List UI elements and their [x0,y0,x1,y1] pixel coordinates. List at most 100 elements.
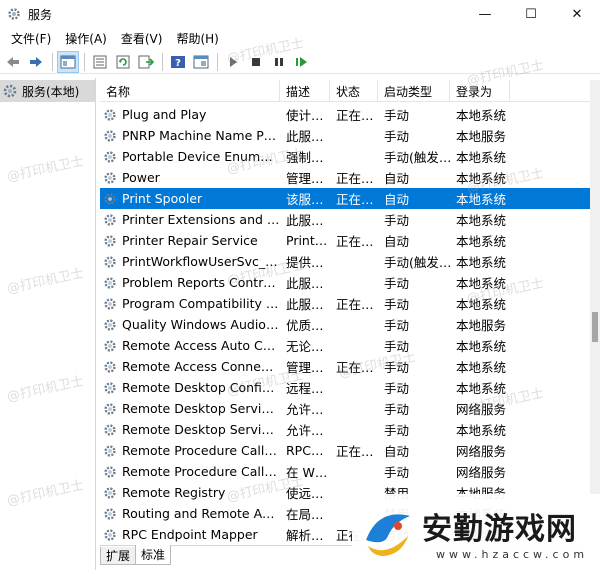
column-header-status[interactable]: 状态 [330,80,378,102]
service-startup-type: 手动 [384,129,410,144]
column-label: 描述 [286,84,311,99]
brand-name: 安勤游戏网 [422,511,577,547]
menu-help[interactable]: 帮助(H) [169,30,225,47]
service-description: 远程… [286,381,324,396]
menu-view[interactable]: 查看(V) [114,30,170,47]
service-name: Portable Device Enumera… [122,149,280,164]
table-row[interactable]: Remote Desktop Service… 允许… 手动 本地系统 [100,419,590,440]
table-row[interactable]: PNRP Machine Name Pu… 此服… 手动 本地服务 [100,125,590,146]
export-list-button[interactable] [135,51,157,73]
table-row[interactable]: Remote Desktop Configu… 远程… 手动 本地系统 [100,377,590,398]
table-row[interactable]: Problem Reports Control… 此服… 手动 本地系统 [100,272,590,293]
maximize-button[interactable]: ☐ [508,0,554,28]
service-startup-type: 手动 [384,423,410,438]
service-status: 正在… [336,360,374,375]
service-logon-as: 本地系统 [456,381,507,396]
scrollbar-thumb[interactable] [592,312,598,342]
column-header-description[interactable]: 描述 [280,80,330,102]
view-pane-icon [193,55,209,68]
service-name-cell: Plug and Play [100,107,280,123]
table-row[interactable]: Remote Procedure Call (… 在 W… 手动 网络服务 [100,461,590,482]
minimize-button[interactable]: — [462,0,508,28]
table-row[interactable]: Printer Extensions and N… 此服… 手动 本地系统 [100,209,590,230]
service-name: RPC Endpoint Mapper [122,527,258,542]
toolbar: ? [0,50,600,74]
table-row[interactable]: Portable Device Enumera… 强制… 手动(触发… 本地系统 [100,146,590,167]
service-name: Remote Desktop Service… [122,422,280,437]
service-gear-icon [102,422,118,438]
service-description: 提供… [286,255,324,270]
table-row[interactable]: Remote Procedure Call (… RPC… 正在… 自动 网络服务 [100,440,590,461]
service-description: 解析… [286,528,324,542]
service-name-cell: Printer Repair Service [100,233,280,249]
column-label: 状态 [336,84,361,99]
service-gear-icon [102,527,118,543]
service-logon-as: 本地系统 [456,360,507,375]
table-row[interactable]: Power 管理… 正在… 自动 本地系统 [100,167,590,188]
table-row[interactable]: Quality Windows Audio V… 优质… 手动 本地服务 [100,314,590,335]
show-console-tree-button[interactable] [57,50,79,73]
service-name-cell: Remote Desktop Services [100,401,280,417]
table-row[interactable]: Remote Access Auto Con… 无论… 手动 本地系统 [100,335,590,356]
service-status: 正在… [336,171,374,186]
table-row[interactable]: Plug and Play 使计… 正在… 手动 本地系统 [100,104,590,125]
column-header-startup-type[interactable]: 启动类型 [378,80,450,102]
service-startup-type: 自动 [384,444,410,459]
service-startup-type: 手动 [384,339,410,354]
site-brand-badge: 安勤游戏网 www.hzaccw.com [352,494,600,570]
service-status: 正在… [336,108,374,123]
service-description: 管理… [286,171,324,186]
menu-file[interactable]: 文件(F) [4,30,58,47]
service-gear-icon [102,401,118,417]
service-description: Print… [286,233,328,248]
table-row[interactable]: Remote Access Connecti… 管理… 正在… 手动 本地系统 [100,356,590,377]
service-gear-icon [102,191,118,207]
column-header-logon-as[interactable]: 登录为 [450,80,510,102]
view-button[interactable] [190,51,212,73]
service-startup-type: 手动(触发… [384,150,450,165]
service-startup-type: 自动 [384,192,410,207]
play-icon [230,56,237,67]
service-gear-icon [102,443,118,459]
service-startup-type: 手动 [384,318,410,333]
service-name-cell: Remote Procedure Call (… [100,443,280,459]
svg-text:?: ? [175,58,181,69]
refresh-button[interactable] [112,51,134,73]
service-name-cell: Quality Windows Audio V… [100,317,280,333]
menu-action[interactable]: 操作(A) [58,30,114,47]
service-startup-type: 手动 [384,465,410,480]
tree-item-services-local[interactable]: 服务(本地) [0,80,95,102]
console-tree: 服务(本地) [0,78,96,570]
table-row[interactable]: Remote Desktop Services 允许… 手动 网络服务 [100,398,590,419]
table-row[interactable]: Program Compatibility A… 此服… 正在… 手动 本地系统 [100,293,590,314]
tab-extended[interactable]: 扩展 [100,547,137,565]
list-rows: Plug and Play 使计… 正在… 手动 本地系统 PNRP Machine Na… [100,104,590,542]
service-name-cell: Remote Desktop Service… [100,422,280,438]
restart-service-button[interactable] [291,51,313,73]
back-button[interactable] [2,51,24,73]
service-name-cell: Print Spooler [100,191,280,207]
forward-button[interactable] [25,51,47,73]
table-row[interactable]: Print Spooler 该服… 正在… 自动 本地系统 [100,188,590,209]
tree-item-label: 服务(本地) [22,84,80,99]
start-service-button[interactable] [222,51,244,73]
stop-service-button[interactable] [245,51,267,73]
pause-service-button[interactable] [268,51,290,73]
service-logon-as: 本地系统 [456,213,507,228]
service-description: 无论… [286,339,324,354]
properties-button[interactable] [89,51,111,73]
service-description: 在局… [286,507,324,522]
tab-standard[interactable]: 标准 [135,545,172,565]
help-icon: ? [171,55,185,69]
service-name: Remote Registry [122,485,226,500]
table-row[interactable]: Printer Repair Service Print… 正在… 自动 本地系统 [100,230,590,251]
close-button[interactable]: ✕ [554,0,600,28]
toolbar-separator [84,52,85,71]
help-button[interactable]: ? [167,51,189,73]
column-header-name[interactable]: 名称 ^ [100,80,280,102]
pause-icon [275,57,283,66]
service-gear-icon [102,359,118,375]
table-row[interactable]: PrintWorkflowUserSvc_57… 提供… 手动(触发… 本地系统 [100,251,590,272]
vertical-scrollbar[interactable] [590,80,600,542]
service-description: 允许… [286,423,324,438]
